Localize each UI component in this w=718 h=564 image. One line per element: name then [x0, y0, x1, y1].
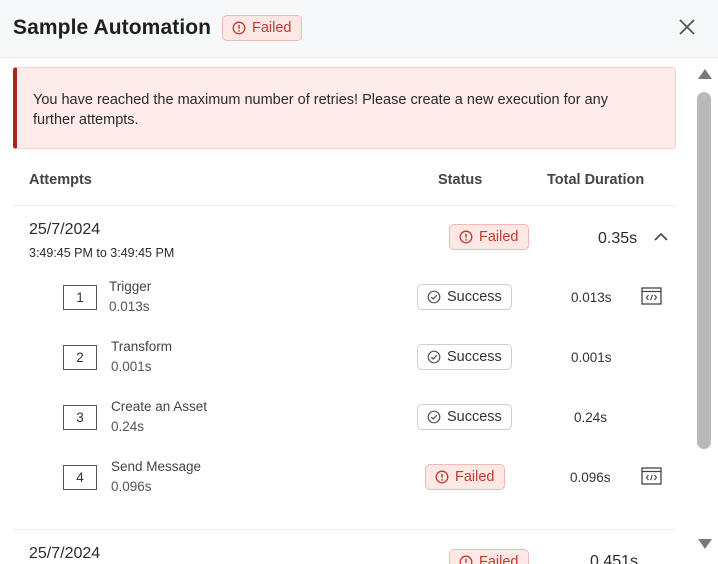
vertical-scrollbar[interactable]	[694, 59, 718, 564]
step-duration: 0.096s	[570, 470, 611, 485]
check-circle-icon	[427, 290, 441, 304]
code-icon	[641, 287, 662, 305]
chevron-up-icon	[654, 232, 668, 241]
step-duration: 0.013s	[571, 290, 612, 305]
status-label: Failed	[252, 20, 292, 36]
step-row: 3 Create an Asset 0.24s Success 0.24s	[0, 396, 694, 446]
attempt-duration: 0.451s	[590, 553, 639, 564]
status-label: Failed	[479, 554, 519, 564]
attempt-duration: 0.35s	[598, 230, 638, 247]
status-label: Success	[447, 349, 502, 365]
close-button[interactable]	[675, 15, 699, 39]
alert-circle-icon	[435, 470, 449, 484]
attempt-date: 25/7/2024	[29, 221, 101, 238]
header-divider	[13, 205, 676, 206]
step-status: Success	[417, 404, 512, 430]
step-name: Trigger	[109, 279, 152, 294]
step-name: Send Message	[111, 459, 202, 474]
retry-limit-alert: You have reached the maximum number of r…	[13, 67, 676, 149]
step-name: Transform	[111, 339, 173, 354]
page-title: Sample Automation	[13, 16, 212, 39]
attempt-time-range: 3:49:45 PM to 3:49:45 PM	[29, 246, 175, 260]
status-badge-success: Success	[417, 344, 512, 370]
step-number: 3	[63, 405, 97, 430]
step-time: 0.096s	[111, 479, 152, 494]
status-label: Failed	[455, 469, 495, 485]
status-badge-success: Success	[417, 404, 512, 430]
attempts-scroll-area[interactable]: You have reached the maximum number of r…	[0, 59, 694, 564]
collapse-button[interactable]	[652, 230, 670, 244]
step-status: Failed	[425, 464, 505, 490]
alert-circle-icon	[232, 21, 246, 35]
view-code-button[interactable]	[641, 287, 662, 305]
step-row: 2 Transform 0.001s Success 0.001s	[0, 336, 694, 386]
attempt-status: Failed	[449, 549, 529, 564]
scroll-up-arrow[interactable]	[698, 69, 712, 79]
step-number: 2	[63, 345, 97, 370]
step-time: 0.013s	[109, 299, 150, 314]
status-label: Success	[447, 289, 502, 305]
status-badge-failed: Failed	[449, 549, 529, 564]
view-code-button[interactable]	[641, 467, 662, 485]
check-circle-icon	[427, 350, 441, 364]
step-duration: 0.24s	[574, 410, 608, 425]
column-header-duration: Total Duration	[547, 172, 645, 188]
status-badge-success: Success	[417, 284, 512, 310]
scroll-thumb[interactable]	[697, 92, 711, 449]
scroll-down-arrow[interactable]	[698, 539, 712, 549]
step-duration: 0.001s	[571, 350, 612, 365]
step-time: 0.001s	[111, 359, 152, 374]
attempt-date: 25/7/2024	[29, 545, 101, 562]
close-icon	[679, 19, 695, 35]
step-row: 4 Send Message 0.096s Failed 0.096s	[0, 456, 694, 506]
status-badge-failed: Failed	[425, 464, 505, 490]
status-label: Success	[447, 409, 502, 425]
alert-message: You have reached the maximum number of r…	[33, 92, 608, 128]
status-badge-failed: Failed	[449, 224, 529, 250]
step-status: Success	[417, 344, 512, 370]
attempt-divider	[13, 529, 676, 530]
step-name: Create an Asset	[111, 399, 208, 414]
attempt-status: Failed	[449, 224, 529, 250]
alert-circle-icon	[459, 555, 473, 564]
modal-header: Sample Automation Failed	[0, 0, 718, 58]
step-row: 1 Trigger 0.013s Success 0.013s	[0, 276, 694, 326]
check-circle-icon	[427, 410, 441, 424]
alert-circle-icon	[459, 230, 473, 244]
step-number: 1	[63, 285, 97, 310]
header-status-badge: Failed	[222, 15, 302, 41]
step-status: Success	[417, 284, 512, 310]
code-icon	[641, 467, 662, 485]
column-header-attempts: Attempts	[29, 172, 92, 188]
step-time: 0.24s	[111, 419, 145, 434]
column-header-status: Status	[438, 172, 483, 188]
status-badge-failed: Failed	[222, 15, 302, 41]
status-label: Failed	[479, 229, 519, 245]
step-number: 4	[63, 465, 97, 490]
